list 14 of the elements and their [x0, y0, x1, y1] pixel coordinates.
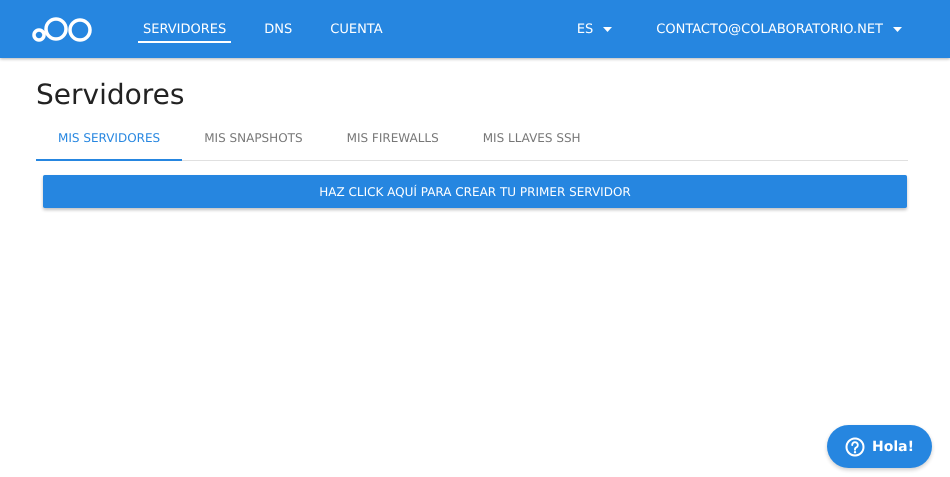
- page-title: Servidores: [36, 78, 186, 111]
- help-icon: [845, 436, 866, 456]
- create-server-button[interactable]: HAZ CLICK AQUÍ PARA CREAR TU PRIMER SERVIDOR: [43, 175, 907, 208]
- tab[interactable]: MIS SERVIDORES: [36, 123, 182, 161]
- tab[interactable]: MIS LLAVES SSH: [460, 123, 603, 161]
- nav-link[interactable]: DNS: [259, 0, 298, 58]
- tab[interactable]: MIS FIREWALLS: [324, 123, 461, 161]
- caret-icon: [603, 26, 612, 32]
- tab[interactable]: MIS SNAPSHOTS: [182, 123, 325, 161]
- language-menu[interactable]: ES: [576, 22, 612, 36]
- account-menu[interactable]: CONTACTO@COLABORATORIO.NET: [656, 22, 902, 36]
- caret-icon: [893, 26, 902, 32]
- nav-link[interactable]: CUENTA: [325, 0, 388, 58]
- help-chat-button[interactable]: Hola!: [827, 425, 932, 468]
